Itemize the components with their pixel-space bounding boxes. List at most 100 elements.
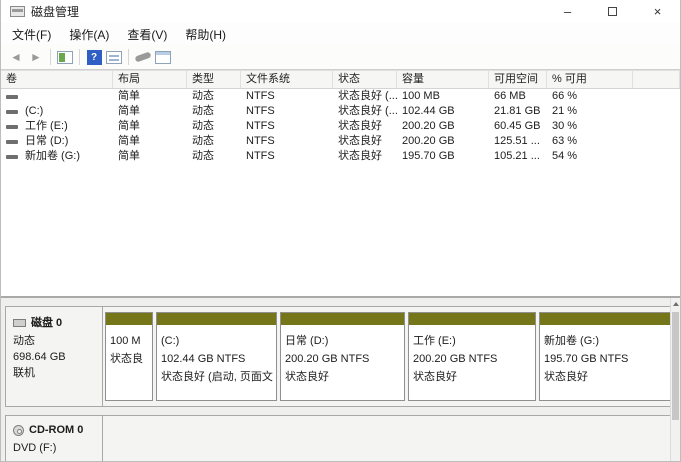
cdrom-info-panel[interactable]: CD-ROM 0 DVD (F:) bbox=[6, 416, 103, 462]
filesystem-cell: NTFS bbox=[241, 104, 333, 119]
partition-c[interactable]: (C:) 102.44 GB NTFS 状态良好 (启动, 页面文 bbox=[156, 312, 277, 401]
view-panel-button[interactable] bbox=[153, 47, 173, 67]
column-header-pct-free[interactable]: % 可用 bbox=[547, 71, 633, 88]
column-header-empty bbox=[633, 71, 680, 88]
status-cell: 状态良好 (... bbox=[333, 89, 397, 104]
layout-cell: 简单 bbox=[113, 89, 187, 104]
type-cell: 动态 bbox=[187, 134, 241, 149]
column-header-status[interactable]: 状态 bbox=[333, 71, 397, 88]
volume-name-cell: (C:) bbox=[1, 104, 113, 119]
disk-type: 动态 bbox=[13, 333, 102, 349]
partition-e[interactable]: 工作 (E:) 200.20 GB NTFS 状态良好 bbox=[408, 312, 536, 401]
scroll-up-icon bbox=[673, 302, 679, 306]
title-bar: 磁盘管理 – × bbox=[1, 0, 680, 23]
pct-free-cell: 54 % bbox=[547, 149, 633, 164]
partition-name: 新加卷 (G:) bbox=[544, 332, 666, 350]
toolbar-separator bbox=[128, 49, 129, 65]
partition-size: 100 M bbox=[110, 332, 148, 350]
menu-view[interactable]: 查看(V) bbox=[118, 23, 176, 46]
cdrom-label: CD-ROM 0 bbox=[29, 422, 83, 438]
type-cell: 动态 bbox=[187, 149, 241, 164]
table-row[interactable]: 新加卷 (G:) 简单 动态 NTFS 状态良好 195.70 GB 105.2… bbox=[1, 149, 680, 164]
menu-help[interactable]: 帮助(H) bbox=[176, 23, 235, 46]
partition-name: (C:) bbox=[161, 332, 272, 350]
cdrom-0-row: CD-ROM 0 DVD (F:) bbox=[5, 415, 673, 462]
pct-free-cell: 66 % bbox=[547, 89, 633, 104]
maximize-button[interactable] bbox=[590, 0, 635, 23]
volume-name-cell: 新加卷 (G:) bbox=[1, 149, 113, 164]
type-cell: 动态 bbox=[187, 89, 241, 104]
menu-bar: 文件(F) 操作(A) 查看(V) 帮助(H) bbox=[1, 23, 680, 45]
disk-status: 联机 bbox=[13, 365, 102, 381]
cdrom-drive-letter: DVD (F:) bbox=[13, 440, 102, 456]
free-space-cell: 125.51 ... bbox=[489, 134, 547, 149]
menu-file[interactable]: 文件(F) bbox=[3, 23, 60, 46]
show-hide-panel-icon bbox=[106, 51, 122, 64]
column-header-free-space[interactable]: 可用空间 bbox=[489, 71, 547, 88]
partition-d[interactable]: 日常 (D:) 200.20 GB NTFS 状态良好 bbox=[280, 312, 405, 401]
free-space-cell: 105.21 ... bbox=[489, 149, 547, 164]
column-header-type[interactable]: 类型 bbox=[187, 71, 241, 88]
window-controls: – × bbox=[545, 0, 680, 23]
capacity-cell: 100 MB bbox=[397, 89, 489, 104]
disk-0-row: 磁盘 0 动态 698.64 GB 联机 100 M 状态良 bbox=[5, 306, 673, 407]
partition-status: 状态良好 (启动, 页面文 bbox=[161, 368, 272, 386]
vertical-scrollbar[interactable] bbox=[670, 298, 680, 462]
volume-name-cell bbox=[1, 89, 113, 104]
menu-action[interactable]: 操作(A) bbox=[60, 23, 118, 46]
action-tool-button[interactable] bbox=[133, 47, 153, 67]
scrollbar-thumb[interactable] bbox=[672, 312, 679, 420]
column-header-volume[interactable]: 卷 bbox=[1, 71, 113, 88]
close-button[interactable]: × bbox=[635, 0, 680, 23]
capacity-cell: 102.44 GB bbox=[397, 104, 489, 119]
cd-rom-icon bbox=[13, 425, 24, 436]
type-cell: 动态 bbox=[187, 119, 241, 134]
volume-list-header: 卷 布局 类型 文件系统 状态 容量 可用空间 % 可用 bbox=[1, 70, 680, 89]
type-cell: 动态 bbox=[187, 104, 241, 119]
table-row[interactable]: (C:) 简单 动态 NTFS 状态良好 (... 102.44 GB 21.8… bbox=[1, 104, 680, 119]
help-icon: ? bbox=[87, 50, 102, 65]
partition-status: 状态良好 bbox=[285, 368, 400, 386]
disk-label: 磁盘 0 bbox=[31, 315, 62, 331]
table-row[interactable]: 工作 (E:) 简单 动态 NTFS 状态良好 200.20 GB 60.45 … bbox=[1, 119, 680, 134]
partition-size: 102.44 GB NTFS bbox=[161, 350, 272, 368]
volume-name-cell: 工作 (E:) bbox=[1, 119, 113, 134]
minimize-icon: – bbox=[564, 4, 571, 19]
toolbar-separator bbox=[50, 49, 51, 65]
volume-icon bbox=[6, 95, 18, 99]
partition-status: 状态良好 bbox=[413, 368, 531, 386]
table-row[interactable]: 日常 (D:) 简单 动态 NTFS 状态良好 200.20 GB 125.51… bbox=[1, 134, 680, 149]
console-tree-button[interactable] bbox=[55, 47, 75, 67]
status-cell: 状态良好 bbox=[333, 149, 397, 164]
free-space-cell: 21.81 GB bbox=[489, 104, 547, 119]
toolbar-separator bbox=[79, 49, 80, 65]
status-cell: 状态良好 bbox=[333, 119, 397, 134]
partition-status: 状态良 bbox=[110, 350, 148, 368]
status-cell: 状态良好 (... bbox=[333, 104, 397, 119]
partition-color-band bbox=[409, 313, 535, 325]
partition-color-band bbox=[540, 313, 670, 325]
partition-size: 200.20 GB NTFS bbox=[413, 350, 531, 368]
filesystem-cell: NTFS bbox=[241, 134, 333, 149]
minimize-button[interactable]: – bbox=[545, 0, 590, 23]
column-header-layout[interactable]: 布局 bbox=[113, 71, 187, 88]
capacity-cell: 195.70 GB bbox=[397, 149, 489, 164]
disk-0-info-panel[interactable]: 磁盘 0 动态 698.64 GB 联机 bbox=[6, 307, 103, 406]
partition-g[interactable]: 新加卷 (G:) 195.70 GB NTFS 状态良好 bbox=[539, 312, 671, 401]
table-row[interactable]: 简单 动态 NTFS 状态良好 (... 100 MB 66 MB 66 % bbox=[1, 89, 680, 104]
volume-icon bbox=[6, 125, 18, 129]
column-header-capacity[interactable]: 容量 bbox=[397, 71, 489, 88]
forward-button[interactable]: ► bbox=[26, 47, 46, 67]
close-icon: × bbox=[654, 4, 662, 19]
partition-color-band bbox=[106, 313, 152, 325]
disk-size: 698.64 GB bbox=[13, 349, 102, 365]
show-hide-panel-button[interactable] bbox=[104, 47, 124, 67]
disk-management-window: 磁盘管理 – × 文件(F) 操作(A) 查看(V) 帮助(H) ◄ ► ? 卷… bbox=[0, 0, 681, 462]
maximize-icon bbox=[608, 7, 617, 16]
back-button[interactable]: ◄ bbox=[6, 47, 26, 67]
column-header-filesystem[interactable]: 文件系统 bbox=[241, 71, 333, 88]
console-tree-icon bbox=[57, 51, 73, 64]
partition-system-reserved[interactable]: 100 M 状态良 bbox=[105, 312, 153, 401]
help-button[interactable]: ? bbox=[84, 47, 104, 67]
capacity-cell: 200.20 GB bbox=[397, 119, 489, 134]
